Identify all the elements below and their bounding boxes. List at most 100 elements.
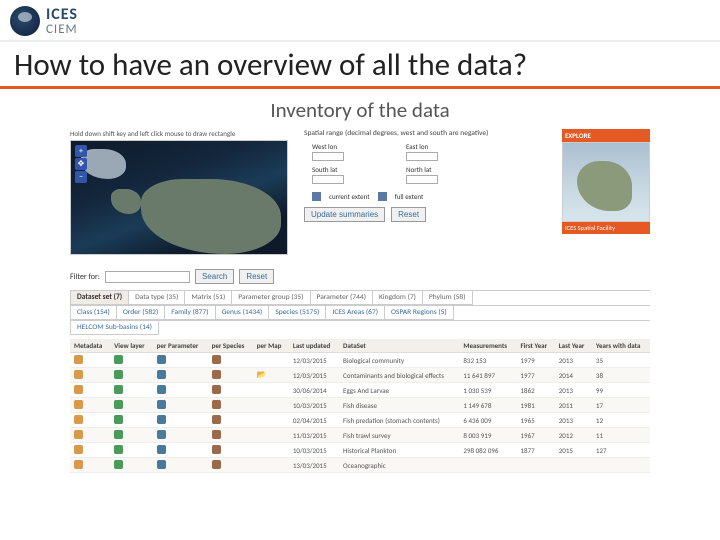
tab-order-582-[interactable]: Order (582) <box>117 306 165 320</box>
perparam-icon[interactable] <box>157 445 166 454</box>
tab-ices-areas-67-[interactable]: ICES Areas (67) <box>326 306 385 320</box>
viewlayer-icon[interactable] <box>114 355 123 364</box>
cell-lastyear: 2013 <box>555 413 592 428</box>
south-input[interactable] <box>312 175 344 184</box>
col-perspecies: per Species <box>208 339 253 353</box>
filter-input[interactable] <box>105 271 190 283</box>
cell-lastupdated: 10/03/2015 <box>289 443 339 458</box>
perparam-icon[interactable] <box>157 385 166 394</box>
cell-yearswith <box>592 458 650 473</box>
pan-icon[interactable]: ✥ <box>75 158 87 170</box>
metadata-icon[interactable] <box>74 445 83 454</box>
tab-parameter-744-[interactable]: Parameter (744) <box>311 291 373 305</box>
south-label: South lat <box>312 165 337 174</box>
viewlayer-icon[interactable] <box>114 430 123 439</box>
cell-lastupdated: 11/03/2015 <box>289 428 339 443</box>
cell-lastyear: 2012 <box>555 428 592 443</box>
filter-reset-button[interactable]: Reset <box>239 269 274 284</box>
full-extent-radio[interactable] <box>378 192 387 201</box>
tab-matrix-51-[interactable]: Matrix (51) <box>185 291 232 305</box>
viewlayer-icon[interactable] <box>114 385 123 394</box>
perparam-icon[interactable] <box>157 415 166 424</box>
table-row: 10/03/2015Fish disease1 149 678198120111… <box>70 398 650 413</box>
metadata-icon[interactable] <box>74 385 83 394</box>
map-hint: Hold down shift key and left click mouse… <box>70 129 290 138</box>
zoom-out-icon[interactable]: − <box>75 171 87 183</box>
cell-firstyear <box>517 458 555 473</box>
metadata-icon[interactable] <box>74 430 83 439</box>
perparam-icon[interactable] <box>157 355 166 364</box>
tab-row-1: Dataset set (7)Data type (35)Matrix (51)… <box>70 290 650 305</box>
cell-lastupdated: 02/04/2015 <box>289 413 339 428</box>
perparam-icon[interactable] <box>157 460 166 469</box>
cell-yearswith: 38 <box>592 368 650 383</box>
cell-lastyear: 2011 <box>555 398 592 413</box>
tab-helcom-sub-basins-14-[interactable]: HELCOM Sub-basins (14) <box>71 321 159 335</box>
org-line1: ICES <box>46 7 78 23</box>
cell-lastyear: 2014 <box>555 368 592 383</box>
perspecies-icon[interactable] <box>212 400 221 409</box>
viewlayer-icon[interactable] <box>114 415 123 424</box>
metadata-icon[interactable] <box>74 400 83 409</box>
cell-yearswith: 99 <box>592 383 650 398</box>
east-label: East lon <box>406 142 428 151</box>
viewlayer-icon[interactable] <box>114 400 123 409</box>
metadata-icon[interactable] <box>74 460 83 469</box>
perspecies-icon[interactable] <box>212 460 221 469</box>
cell-measurements: 298 082 096 <box>459 443 516 458</box>
viewlayer-icon[interactable] <box>114 445 123 454</box>
perspecies-icon[interactable] <box>212 370 221 379</box>
tab-genus-1434-[interactable]: Genus (1434) <box>216 306 270 320</box>
cell-firstyear: 1979 <box>517 353 555 368</box>
cell-lastyear: 2015 <box>555 443 592 458</box>
perparam-icon[interactable] <box>157 430 166 439</box>
map-viewport[interactable]: + ✥ − <box>70 140 288 255</box>
tab-family-877-[interactable]: Family (877) <box>165 306 215 320</box>
perspecies-icon[interactable] <box>212 355 221 364</box>
tab-phylum-58-[interactable]: Phylum (58) <box>423 291 473 305</box>
perparam-icon[interactable] <box>157 370 166 379</box>
metadata-icon[interactable] <box>74 355 83 364</box>
col-lastupdated: Last updated <box>289 339 339 353</box>
current-extent-radio[interactable] <box>312 192 321 201</box>
viewlayer-icon[interactable] <box>114 460 123 469</box>
col-permap: per Map <box>253 339 289 353</box>
perparam-icon[interactable] <box>157 400 166 409</box>
table-row: 11/03/2015Fish trawl survey8 003 9191967… <box>70 428 650 443</box>
metadata-icon[interactable] <box>74 370 83 379</box>
cell-dataset: Fish predation (stomach contents) <box>339 413 459 428</box>
cell-firstyear: 1977 <box>517 368 555 383</box>
tab-class-154-[interactable]: Class (154) <box>71 306 117 320</box>
perspecies-icon[interactable] <box>212 415 221 424</box>
cell-dataset: Eggs And Larvae <box>339 383 459 398</box>
search-button[interactable]: Search <box>195 269 234 284</box>
spatial-reset-button[interactable]: Reset <box>391 207 426 222</box>
cell-measurements: 1 149 678 <box>459 398 516 413</box>
perspecies-icon[interactable] <box>212 430 221 439</box>
west-input[interactable] <box>312 152 344 161</box>
viewlayer-icon[interactable] <box>114 370 123 379</box>
tab-parameter-group-35-[interactable]: Parameter group (35) <box>232 291 310 305</box>
cell-lastupdated: 12/03/2015 <box>289 368 339 383</box>
metadata-icon[interactable] <box>74 415 83 424</box>
col-yearswith: Years with data <box>592 339 650 353</box>
tab-dataset-set-7-[interactable]: Dataset set (7) <box>71 291 129 305</box>
cell-yearswith: 127 <box>592 443 650 458</box>
col-viewlayer: View layer <box>110 339 152 353</box>
tab-ospar-regions-5-[interactable]: OSPAR Regions (5) <box>385 306 454 320</box>
tab-kingdom-7-[interactable]: Kingdom (7) <box>373 291 423 305</box>
folder-open-icon[interactable]: 📂 <box>257 370 267 380</box>
cell-firstyear: 1967 <box>517 428 555 443</box>
zoom-in-icon[interactable]: + <box>75 145 87 157</box>
north-input[interactable] <box>406 175 438 184</box>
thumb-map-icon[interactable] <box>562 142 650 222</box>
cell-dataset: Contaminants and biological effects <box>339 368 459 383</box>
east-input[interactable] <box>406 152 438 161</box>
perspecies-icon[interactable] <box>212 445 221 454</box>
tab-species-5175-[interactable]: Species (5175) <box>269 306 326 320</box>
cell-yearswith: 35 <box>592 353 650 368</box>
perspecies-icon[interactable] <box>212 385 221 394</box>
tab-data-type-35-[interactable]: Data type (35) <box>129 291 185 305</box>
cell-lastupdated: 13/03/2015 <box>289 458 339 473</box>
update-summaries-button[interactable]: Update summaries <box>304 207 385 222</box>
